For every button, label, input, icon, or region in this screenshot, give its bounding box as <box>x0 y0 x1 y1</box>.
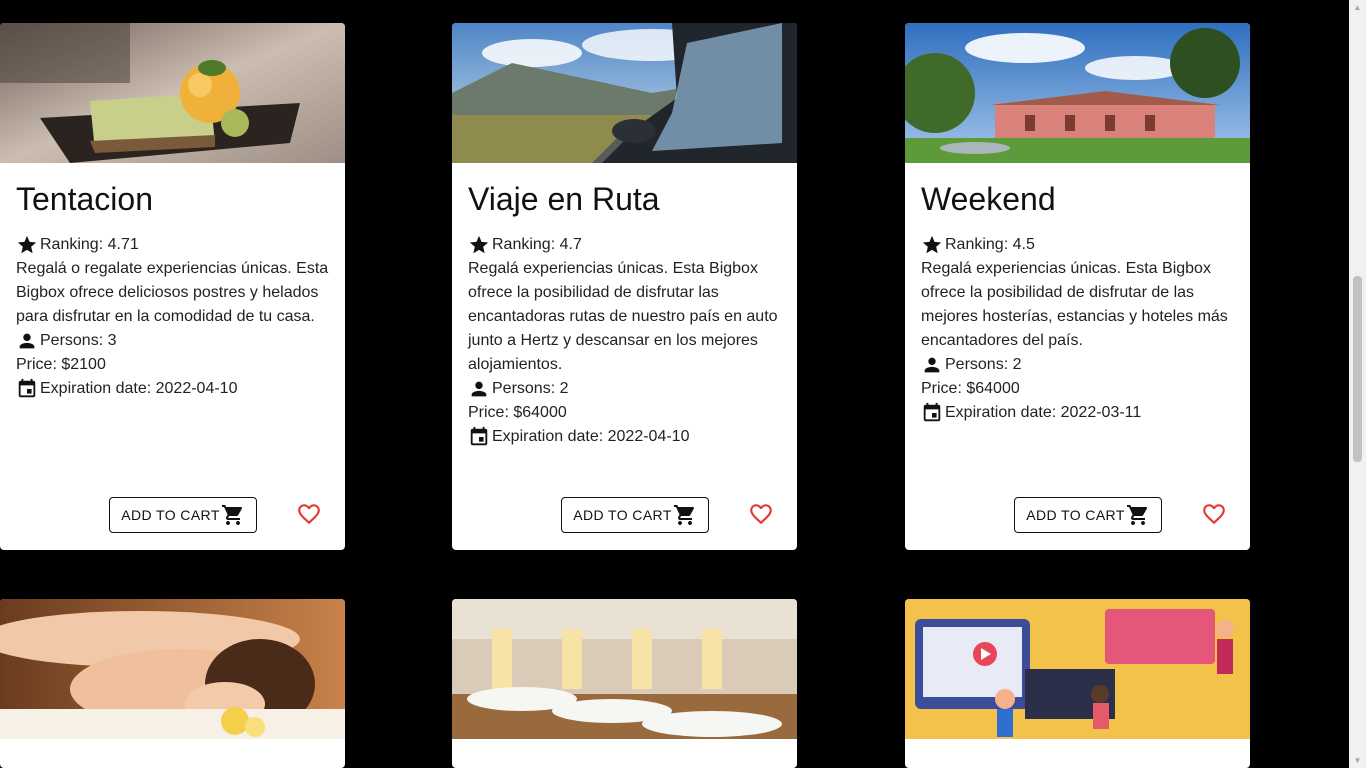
vertical-scrollbar[interactable]: ▲ ▼ <box>1349 0 1366 768</box>
star-icon <box>17 235 37 254</box>
favorite-button[interactable] <box>294 501 324 529</box>
person-icon <box>19 333 35 349</box>
add-to-cart-button[interactable]: ADD TO CART <box>1014 497 1162 533</box>
expiration-row: Expiration date: 2022-03-11 <box>921 401 1234 425</box>
favorite-button[interactable] <box>746 501 776 529</box>
persons-text: Persons: 2 <box>945 356 1022 373</box>
card-actions: ADD TO CART <box>905 497 1250 533</box>
card-image-estancia <box>905 23 1250 163</box>
calendar-icon <box>470 426 488 446</box>
scroll-up-arrow-icon[interactable]: ▲ <box>1353 3 1362 12</box>
ranking-text: Ranking: 4.5 <box>945 236 1035 253</box>
persons-text: Persons: 2 <box>492 380 569 397</box>
ranking-row: Ranking: 4.7 <box>468 233 781 257</box>
product-card <box>0 599 345 768</box>
expiration-text: Expiration date: 2022-03-11 <box>945 404 1142 421</box>
add-to-cart-label: ADD TO CART <box>1026 507 1125 523</box>
persons-text: Persons: 3 <box>40 332 117 349</box>
calendar-icon <box>923 402 941 422</box>
calendar-icon <box>18 378 36 398</box>
persons-row: Persons: 2 <box>921 353 1234 377</box>
cart-icon <box>221 505 242 525</box>
expiration-row: Expiration date: 2022-04-10 <box>468 425 781 449</box>
card-image-spa-room <box>452 599 797 739</box>
add-to-cart-button[interactable]: ADD TO CART <box>561 497 709 533</box>
card-image-spa-massage <box>0 599 345 739</box>
product-card: Viaje en Ruta Ranking: 4.7 Regalá experi… <box>452 23 797 550</box>
ranking-row: Ranking: 4.71 <box>16 233 329 257</box>
expiration-row: Expiration date: 2022-04-10 <box>16 377 329 401</box>
card-description: Regalá experiencias únicas. Esta Bigbox … <box>921 260 1228 349</box>
card-title: Viaje en Ruta <box>468 181 660 217</box>
favorite-button[interactable] <box>1199 501 1229 529</box>
heart-outline-icon <box>1203 504 1225 525</box>
heart-outline-icon <box>750 504 772 525</box>
card-description: Regalá o regalate experiencias únicas. E… <box>16 260 329 325</box>
product-card <box>452 599 797 768</box>
expiration-text: Expiration date: 2022-04-10 <box>492 428 690 445</box>
persons-row: Persons: 2 <box>468 377 781 401</box>
person-icon <box>924 357 940 373</box>
price-text: Price: $2100 <box>16 356 106 373</box>
card-title: Weekend <box>921 181 1056 217</box>
price-text: Price: $64000 <box>468 404 567 421</box>
ranking-text: Ranking: 4.71 <box>40 236 139 253</box>
add-to-cart-button[interactable]: ADD TO CART <box>109 497 257 533</box>
expiration-text: Expiration date: 2022-04-10 <box>40 380 238 397</box>
cart-icon <box>673 505 694 525</box>
price-text: Price: $64000 <box>921 380 1020 397</box>
card-image-road-trip <box>452 23 797 163</box>
cart-icon <box>1126 505 1147 525</box>
card-title: Tentacion <box>16 181 153 217</box>
ranking-row: Ranking: 4.5 <box>921 233 1234 257</box>
product-card: Tentacion Ranking: 4.71 Regalá o regalat… <box>0 23 345 550</box>
product-card <box>905 599 1250 768</box>
ranking-text: Ranking: 4.7 <box>492 236 582 253</box>
card-image-dessert <box>0 23 345 163</box>
card-image-online-learning <box>905 599 1250 739</box>
persons-row: Persons: 3 <box>16 329 329 353</box>
heart-outline-icon <box>298 504 320 525</box>
card-actions: ADD TO CART <box>0 497 345 533</box>
person-icon <box>471 381 487 397</box>
card-description: Regalá experiencias únicas. Esta Bigbox … <box>468 260 778 373</box>
scroll-down-arrow-icon[interactable]: ▼ <box>1353 756 1362 765</box>
card-actions: ADD TO CART <box>452 497 797 533</box>
star-icon <box>922 235 942 254</box>
product-card: Weekend Ranking: 4.5 Regalá experiencias… <box>905 23 1250 550</box>
scrollbar-thumb[interactable] <box>1353 276 1362 462</box>
add-to-cart-label: ADD TO CART <box>121 507 220 523</box>
add-to-cart-label: ADD TO CART <box>573 507 672 523</box>
star-icon <box>469 235 489 254</box>
